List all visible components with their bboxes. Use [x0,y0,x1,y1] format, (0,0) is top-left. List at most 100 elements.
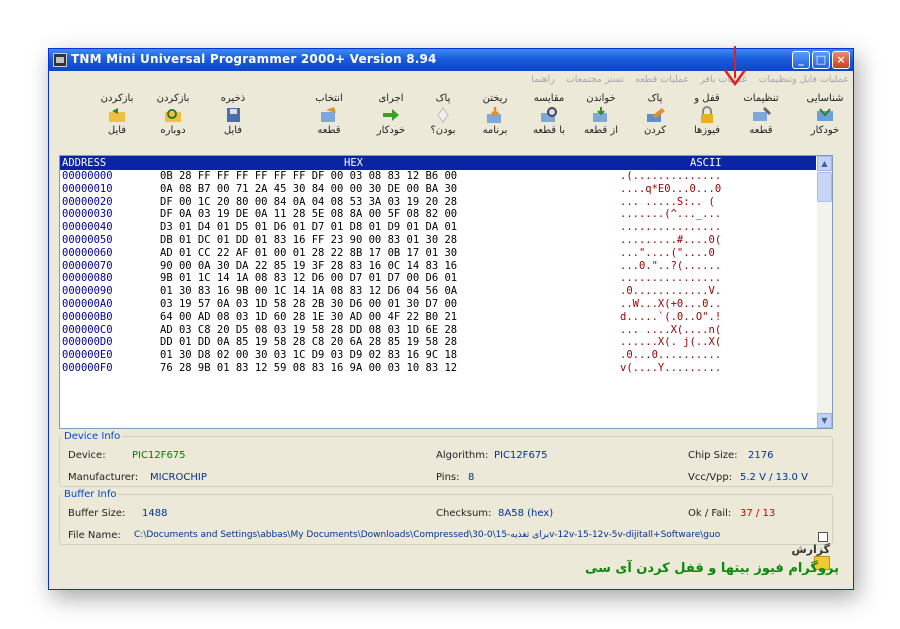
manufacturer-label: Manufacturer: [68,472,139,483]
hex-row[interactable]: 000000C0 AD 03 C8 20 D5 08 03 19 58 28 DD… [60,324,816,337]
hex-row[interactable]: 00000000 0B 28 FF FF FF FF FF FF DF 00 03… [60,170,816,183]
hex-row-bytes[interactable]: 01 30 D8 02 00 30 03 1C D9 03 D9 02 83 1… [160,349,457,362]
hex-row[interactable]: 000000E0 01 30 D8 02 00 30 03 1C D9 03 D9… [60,349,816,362]
auto-run-button[interactable]: اجرای خودکار [365,93,417,151]
hex-row-ascii[interactable]: ... ....X(....n( [620,324,721,337]
hex-row-ascii[interactable]: ...0."..?(...... [620,260,721,273]
hex-row-bytes[interactable]: DF 0A 03 19 DE 0A 11 28 5E 08 8A 00 5F 0… [160,208,457,221]
open-file-button[interactable]: بازکردن فایل [91,93,143,151]
scroll-down-arrow-icon[interactable]: ▼ [817,413,832,428]
hex-row-ascii[interactable]: .0............V. [620,285,721,298]
menu-chip[interactable]: عملیات قطعه [635,74,689,85]
caption-text: پروگرام فیوز بیتها و قفل کردن آی سی [584,561,839,576]
hex-row-bytes[interactable]: DB 01 DC 01 DD 01 83 16 FF 23 90 00 83 0… [160,234,457,247]
hex-row[interactable]: 000000A0 03 19 57 0A 03 1D 58 28 2B 30 D6… [60,298,816,311]
hex-row[interactable]: 00000030 DF 0A 03 19 DE 0A 11 28 5E 08 8A… [60,208,816,221]
hex-editor[interactable]: ADDRESS HEX ASCII 00000000 0B 28 FF FF FF… [59,155,833,429]
hex-row-ascii[interactable]: ......X(. j(..X( [620,336,721,349]
hex-row-bytes[interactable]: 01 30 83 16 9B 00 1C 14 1A 08 83 12 D6 0… [160,285,457,298]
hex-row-bytes[interactable]: 0B 28 FF FF FF FF FF FF DF 00 03 08 83 1… [160,170,457,183]
compare-button[interactable]: مقایسه با قطعه [523,93,575,151]
hex-row-ascii[interactable]: ................ [620,272,721,285]
hex-row-ascii[interactable]: .(.............. [620,170,721,183]
scroll-up-arrow-icon[interactable]: ▲ [817,156,832,171]
hex-row-address: 000000C0 [62,323,113,336]
write-program-button[interactable]: ریختن برنامه [469,93,521,151]
buffer-info-legend: Buffer Info [64,489,117,500]
erase-button[interactable]: پاک کردن [629,93,681,151]
hex-row-ascii[interactable]: .0...0.......... [620,349,721,362]
chip-size-label: Chip Size: [688,450,738,461]
blank-check-button[interactable]: پاک بودن؟ [417,93,469,151]
identify-button[interactable]: شناسایی خودکار [799,93,851,151]
hex-row[interactable]: 000000B0 64 00 AD 08 03 1D 60 28 1E 30 AD… [60,311,816,324]
hex-row-bytes[interactable]: D3 01 D4 01 D5 01 D6 01 D7 01 D8 01 D9 0… [160,221,457,234]
algorithm-label: Algorithm: [436,450,489,461]
hex-row-bytes[interactable]: 9B 01 1C 14 1A 08 83 12 D6 00 D7 01 D7 0… [160,272,457,285]
save-disk-icon [227,108,240,122]
buffer-info-group: Buffer Info Buffer Size: 1488 Checksum: … [59,489,833,570]
hex-row-bytes[interactable]: AD 01 CC 22 AF 01 00 01 28 22 8B 17 0B 1… [160,247,457,260]
hex-row-address: 00000000 [62,170,113,182]
hex-row-bytes[interactable]: 76 28 9B 01 83 12 59 08 83 16 9A 00 03 1… [160,362,457,375]
hex-row[interactable]: 00000040 D3 01 D4 01 D5 01 D6 01 D7 01 D8… [60,221,816,234]
hex-row-bytes[interactable]: DD 01 DD 0A 85 19 58 28 C8 20 6A 28 85 1… [160,336,457,349]
device-label: Device: [68,450,106,461]
hex-row-bytes[interactable]: 0A 08 B7 00 71 2A 45 30 84 00 00 30 DE 0… [160,183,457,196]
hex-row[interactable]: 00000060 AD 01 CC 22 AF 01 00 01 28 22 8B… [60,247,816,260]
hex-row-ascii[interactable]: ....q*E0...0...0 [620,183,721,196]
report-checkbox[interactable] [818,532,828,542]
minimize-button[interactable]: _ [792,51,810,69]
hex-row[interactable]: 00000080 9B 01 1C 14 1A 08 83 12 D6 00 D7… [60,272,816,285]
compare-icon [541,107,557,122]
close-button[interactable]: × [832,51,850,69]
hex-row-address: 00000060 [62,246,113,259]
file-name-value: C:\Documents and Settings\abbas\My Docum… [134,530,721,540]
buffer-size-value: 1488 [142,508,168,519]
save-file-button[interactable]: ذخیره فایل [207,93,259,151]
hex-rows[interactable]: 00000000 0B 28 FF FF FF FF FF FF DF 00 03… [60,170,816,428]
chip-size-value: 2176 [748,450,774,461]
reload-file-button[interactable]: بازکردن دوباره [147,93,199,151]
hex-row-address: 00000090 [62,285,113,298]
select-chip-button[interactable]: انتخاب قطعه [303,93,355,151]
hex-row-ascii[interactable]: v(....Y......... [620,362,721,375]
hex-row-address: 000000F0 [62,361,113,374]
hex-row-bytes[interactable]: DF 00 1C 20 80 00 84 0A 04 08 53 3A 03 1… [160,196,457,209]
hex-row-bytes[interactable]: 64 00 AD 08 03 1D 60 28 1E 30 AD 00 4F 2… [160,311,457,324]
menu-ic-tester[interactable]: تستر مجتمعات [566,74,624,85]
hex-row-address: 00000070 [62,259,113,272]
read-chip-button[interactable]: خواندن از قطعه [575,93,627,151]
hex-row-address: 00000020 [62,195,113,208]
vertical-scrollbar[interactable]: ▲ ▼ [817,156,832,428]
hex-row-ascii[interactable]: .......(^..._... [620,208,721,221]
hex-row-ascii[interactable]: ................ [620,221,721,234]
hex-row-ascii[interactable]: d.....`(.0..O".! [620,311,721,324]
hex-row-ascii[interactable]: ..W...X(+0...0.. [620,298,721,311]
hex-row-ascii[interactable]: ... .....S:.. ( [620,196,715,209]
hex-row-ascii[interactable]: .........#....0( [620,234,721,247]
hex-row-bytes[interactable]: 03 19 57 0A 03 1D 58 28 2B 30 D6 00 01 3… [160,298,457,311]
hex-row[interactable]: 00000090 01 30 83 16 9B 00 1C 14 1A 08 83… [60,285,816,298]
maximize-button[interactable]: □ [812,51,830,69]
red-arrow-icon [723,46,747,87]
window-title: TNM Mini Universal Programmer 2000+ Vers… [71,52,437,66]
hex-row[interactable]: 00000050 DB 01 DC 01 DD 01 83 16 FF 23 90… [60,234,816,247]
hex-row[interactable]: 000000F0 76 28 9B 01 83 12 59 08 83 16 9A… [60,362,816,375]
lock-fuses-button[interactable]: قفل و فیوزها [681,93,733,151]
scrollbar-thumb[interactable] [817,172,832,202]
hex-row-address: 000000B0 [62,310,113,323]
hex-row-ascii[interactable]: ..."....("....0 [620,247,715,260]
chip-settings-button[interactable]: تنظیمات قطعه [735,93,787,151]
hex-row-bytes[interactable]: AD 03 C8 20 D5 08 03 19 58 28 DD 08 03 1… [160,324,457,337]
hex-row-bytes[interactable]: 90 00 0A 30 DA 22 85 19 3F 28 83 16 0C 1… [160,260,457,273]
hex-row[interactable]: 00000070 90 00 0A 30 DA 22 85 19 3F 28 83… [60,260,816,273]
hex-row[interactable]: 00000020 DF 00 1C 20 80 00 84 0A 04 08 53… [60,196,816,209]
menu-help[interactable]: راهنما [531,74,555,85]
hex-row[interactable]: 00000010 0A 08 B7 00 71 2A 45 30 84 00 00… [60,183,816,196]
hex-row-address: 00000040 [62,221,113,234]
menu-file-settings[interactable]: عملیات فایل وتنظیمات [759,74,849,85]
checksum-label: Checksum: [436,508,492,519]
hex-row[interactable]: 000000D0 DD 01 DD 0A 85 19 58 28 C8 20 6A… [60,336,816,349]
report-toggle[interactable]: گزارش [790,530,830,570]
